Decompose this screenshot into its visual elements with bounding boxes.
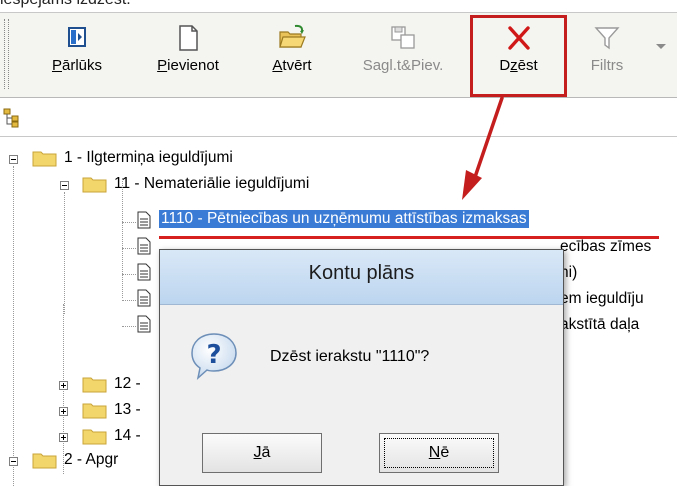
open-button[interactable]: Atvērt [252,13,332,97]
chevron-down-icon[interactable] [655,43,667,51]
tree-node-14[interactable]: 14 - [0,424,160,450]
toolbar-grip[interactable] [4,19,9,89]
svg-text:?: ? [206,340,221,370]
no-button[interactable]: Nē [379,433,499,473]
funnel-filter-icon [594,27,620,50]
confirm-delete-dialog: Kontu plāns ? Dzēst ierakstu "1110"? Jā … [159,249,564,486]
collapse-icon[interactable] [9,155,18,164]
new-document-icon [179,25,198,51]
browser-button-label: Pārlūks [51,57,103,74]
save-and-add-icon [391,26,415,49]
yes-button[interactable]: Jā [202,433,322,473]
folder-icon [82,403,107,419]
save-and-add-button[interactable]: Sagl.t&Piev. [344,13,462,97]
toolbar: Pārlūks Pievienot Atvērt Sagl.t&Piev. Dz… [0,12,677,98]
dialog-title-bar[interactable]: Kontu plāns [160,250,563,305]
tree-node-13[interactable]: 13 - [0,398,160,424]
document-icon [137,263,151,281]
tree-node-11[interactable]: 11 - Nemateriālie ieguldījumi [0,172,400,198]
document-icon [137,289,151,307]
open-button-label: Atvērt [272,57,312,74]
folder-icon [82,377,107,393]
document-icon [137,315,151,333]
expand-icon[interactable] [59,381,68,390]
folder-icon [82,177,107,193]
browser-panel-icon [68,27,86,47]
folder-icon [32,453,57,469]
expand-icon[interactable] [59,407,68,416]
expand-icon[interactable] [59,433,68,442]
tree-toolbar-strip [0,100,677,137]
folder-icon [82,429,107,445]
selection-underline-annotation [159,236,659,239]
filter-button-label: Filtrs [590,57,624,74]
filter-button[interactable]: Filtrs [572,13,642,97]
tree-node-1110[interactable]: 1110 - Pētniecības un uzņēmumu attīstība… [0,209,677,235]
collapse-icon[interactable] [9,457,18,466]
tree-node-2[interactable]: 2 - Apgr [0,448,160,474]
dialog-message: Dzēst ierakstu "1110"? [270,348,430,365]
add-button-label: Pievienot [157,57,219,74]
collapse-icon[interactable] [60,181,69,190]
document-caption: iespējams izdzēst. [0,0,131,9]
document-icon [137,211,151,229]
save-and-add-button-label: Sagl.t&Piev. [362,57,444,74]
question-icon: ? [191,333,237,381]
document-icon [137,237,151,255]
tree-structure-icon[interactable] [2,107,26,129]
tree-node-12[interactable]: 12 - [0,372,160,398]
add-button[interactable]: Pievienot [138,13,238,97]
focus-outline [384,438,494,468]
dialog-body: ? Dzēst ierakstu "1110"? Jā Nē [160,305,563,485]
delete-highlight-frame [470,15,567,97]
open-folder-icon [279,24,306,48]
tree-node-1[interactable]: 1 - Ilgtermiņa ieguldījumi [0,146,300,172]
folder-icon [32,151,57,167]
browser-button[interactable]: Pārlūks [32,13,122,97]
dialog-title: Kontu plāns [308,262,415,284]
